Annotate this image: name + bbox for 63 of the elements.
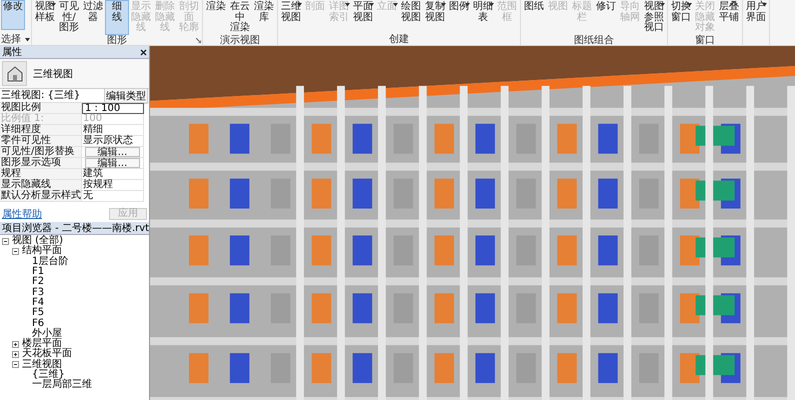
ribbon-button[interactable]: 切换 窗口 xyxy=(669,0,693,35)
property-name: 视图比例 xyxy=(0,103,82,114)
expand-icon[interactable] xyxy=(12,340,19,348)
tree-item[interactable]: F3 xyxy=(32,288,44,298)
ribbon-button[interactable]: 可见性/ 图形 xyxy=(57,0,81,35)
panel-label: 图形 xyxy=(107,35,127,46)
property-value: 精细 xyxy=(82,125,144,136)
scale-field[interactable]: 1 : 100 xyxy=(82,103,144,114)
tree-item[interactable]: {三维} xyxy=(32,370,65,380)
modify-button[interactable]: 修改 xyxy=(1,0,25,30)
expand-icon[interactable] xyxy=(12,350,19,358)
tree-item[interactable]: F5 xyxy=(32,308,44,318)
collapse-icon[interactable] xyxy=(12,248,19,255)
tree-item[interactable]: 1层台阶 xyxy=(32,256,68,267)
panel-label[interactable]: 选择 xyxy=(1,34,21,45)
caret-icon[interactable] xyxy=(25,38,30,42)
ribbon-button[interactable]: 过滤器 xyxy=(81,0,105,35)
property-value: 建筑 xyxy=(82,169,144,180)
collapse-icon[interactable] xyxy=(2,238,9,245)
ribbon-button[interactable]: 图纸 xyxy=(522,0,546,35)
property-value: 无 xyxy=(82,191,144,202)
tree-item[interactable]: 天花板平面 xyxy=(22,349,72,360)
panel-title: 属性 xyxy=(2,46,22,59)
ribbon-button[interactable]: 渲染 xyxy=(204,0,228,35)
launcher-icon[interactable] xyxy=(196,38,201,43)
property-name: 比例值 1: xyxy=(0,114,82,125)
property-value: 显示原状态 xyxy=(82,136,144,147)
tree-item[interactable]: F6 xyxy=(32,318,44,329)
ribbon-button[interactable]: 视图参照 视口 xyxy=(642,0,666,35)
ribbon-button[interactable]: 层叠 平铺 xyxy=(717,0,741,35)
help-link[interactable]: 属性帮助 xyxy=(2,207,42,221)
panel-label: 窗口 xyxy=(695,35,715,46)
tree-item[interactable]: F2 xyxy=(32,277,44,288)
panel-title: 项目浏览器 - 二号楼——南楼.rvt xyxy=(2,222,149,234)
ribbon-button[interactable]: 在云中 渲染 xyxy=(228,0,252,35)
ribbon-button[interactable]: 细 线 xyxy=(105,0,129,35)
property-name: 规程 xyxy=(0,169,82,180)
tree-item[interactable]: F4 xyxy=(32,298,44,308)
edit-button[interactable]: 编辑... xyxy=(85,158,140,168)
type-name[interactable]: 三维视图 xyxy=(33,66,73,80)
property-name: 详细程度 xyxy=(0,125,82,136)
ribbon-button[interactable]: 渲染 库 xyxy=(252,0,276,35)
property-name: 零件可见性 xyxy=(0,136,82,147)
property-name: 默认分析显示样式 xyxy=(0,191,82,202)
panel-label: 创建 xyxy=(389,34,409,45)
tree-item[interactable]: 一层局部三维 xyxy=(32,380,92,390)
tree-item[interactable]: 外小屋 xyxy=(32,328,62,339)
collapse-icon[interactable] xyxy=(12,361,19,368)
close-icon[interactable] xyxy=(140,48,147,56)
property-name: 显示隐藏线 xyxy=(0,180,82,191)
panel-label: 图纸组合 xyxy=(574,35,614,46)
property-value: 按规程 xyxy=(82,180,144,191)
property-name: 图形显示选项 xyxy=(0,158,82,169)
tree-item[interactable]: F1 xyxy=(32,267,44,278)
edit-button[interactable]: 编辑... xyxy=(85,147,140,157)
panel-label: 演示视图 xyxy=(220,35,260,46)
ribbon-button[interactable]: 视图 样板 xyxy=(33,0,57,35)
property-value: 100 xyxy=(82,114,144,125)
ribbon-button[interactable]: 修订 xyxy=(594,0,618,35)
tree-item[interactable]: 结构平面 xyxy=(22,246,62,256)
property-name: 可见性/图形替换 xyxy=(0,147,82,158)
ribbon-button[interactable]: 绘图 视图 xyxy=(399,0,423,34)
tree-item[interactable]: 三维视图 xyxy=(22,360,62,370)
